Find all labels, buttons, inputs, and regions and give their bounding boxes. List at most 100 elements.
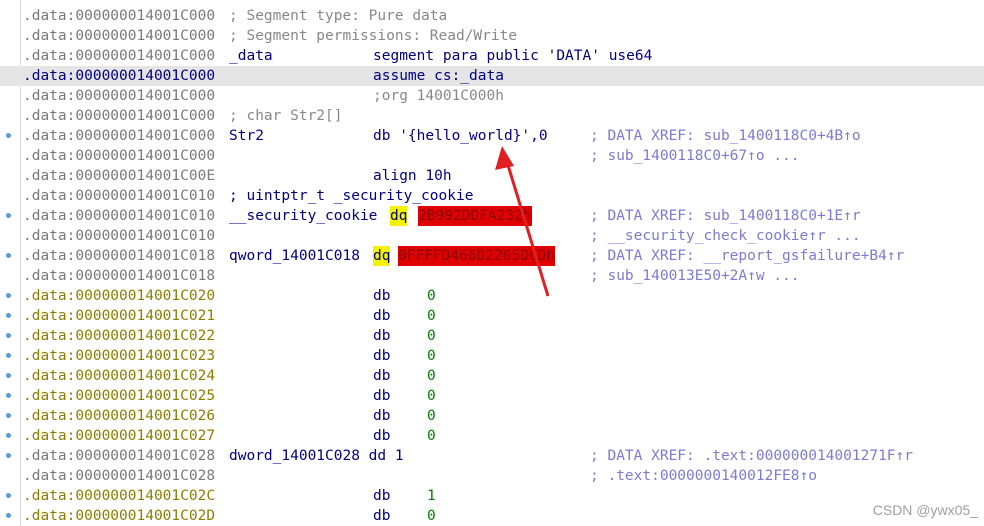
- line-address[interactable]: .data:000000014001C026: [23, 406, 215, 426]
- disasm-line[interactable]: .data:000000014001C000 ; Segment type: Pu…: [0, 6, 984, 26]
- data-value[interactable]: 2B992DDFA232h: [418, 206, 532, 226]
- line-address[interactable]: .data:000000014001C022: [23, 326, 215, 346]
- instruction[interactable]: db: [373, 326, 390, 346]
- disasm-line[interactable]: .data:000000014001C025 db 0: [0, 386, 984, 406]
- line-address[interactable]: .data:000000014001C00E: [23, 166, 215, 186]
- data-directive[interactable]: dq: [390, 206, 408, 226]
- byte-value[interactable]: 1: [427, 486, 436, 506]
- disasm-line[interactable]: .data:000000014001C023 db 0: [0, 346, 984, 366]
- breakpoint-dot-icon[interactable]: [6, 493, 11, 498]
- instruction[interactable]: segment para public 'DATA' use64: [373, 46, 652, 66]
- breakpoint-dot-icon[interactable]: [6, 413, 11, 418]
- instruction[interactable]: ;org 14001C000h: [373, 86, 504, 106]
- disassembly-view[interactable]: .data:000000014001C000 ; Segment type: Pu…: [0, 0, 984, 526]
- line-address[interactable]: .data:000000014001C028: [23, 466, 215, 486]
- disasm-line[interactable]: .data:000000014001C00E align 10h: [0, 166, 984, 186]
- symbol-name[interactable]: ; uintptr_t _security_cookie: [229, 186, 473, 206]
- breakpoint-dot-icon[interactable]: [6, 433, 11, 438]
- instruction[interactable]: db '{hello_world}',0: [373, 126, 548, 146]
- breakpoint-dot-icon[interactable]: [6, 373, 11, 378]
- line-address[interactable]: .data:000000014001C000: [23, 6, 215, 26]
- disasm-line[interactable]: .data:000000014001C000 _data segment para …: [0, 46, 984, 66]
- line-address[interactable]: .data:000000014001C018: [23, 266, 215, 286]
- breakpoint-dot-icon[interactable]: [6, 133, 11, 138]
- disasm-line[interactable]: .data:000000014001C028 dword_14001C028 dd…: [0, 446, 984, 466]
- breakpoint-dot-icon[interactable]: [6, 213, 11, 218]
- disasm-line[interactable]: .data:000000014001C022 db 0: [0, 326, 984, 346]
- byte-value[interactable]: 0: [427, 426, 436, 446]
- instruction[interactable]: db: [373, 346, 390, 366]
- disasm-line[interactable]: .data:000000014001C021 db 0: [0, 306, 984, 326]
- byte-value[interactable]: 0: [427, 326, 436, 346]
- line-address[interactable]: .data:000000014001C021: [23, 306, 215, 326]
- disasm-line[interactable]: .data:000000014001C024 db 0: [0, 366, 984, 386]
- disasm-line[interactable]: .data:000000014001C018 qword_14001C018 dq 0…: [0, 246, 984, 266]
- disasm-line[interactable]: .data:000000014001C000 ; sub_1400118C0+67…: [0, 146, 984, 166]
- disasm-line[interactable]: .data:000000014001C010 __security_cookie d…: [0, 206, 984, 226]
- byte-value[interactable]: 0: [427, 346, 436, 366]
- instruction[interactable]: db: [373, 426, 390, 446]
- line-address[interactable]: .data:000000014001C000: [23, 86, 215, 106]
- byte-value[interactable]: 0: [427, 406, 436, 426]
- line-comment[interactable]: ; Segment type: Pure data: [229, 6, 447, 26]
- instruction[interactable]: db: [373, 406, 390, 426]
- breakpoint-dot-icon[interactable]: [6, 393, 11, 398]
- line-address[interactable]: .data:000000014001C023: [23, 346, 215, 366]
- line-address[interactable]: .data:000000014001C02D: [23, 506, 215, 526]
- instruction[interactable]: db: [373, 506, 390, 526]
- breakpoint-dot-icon[interactable]: [6, 313, 11, 318]
- byte-value[interactable]: 0: [427, 306, 436, 326]
- line-address[interactable]: .data:000000014001C010: [23, 206, 215, 226]
- instruction[interactable]: db: [373, 366, 390, 386]
- disasm-line[interactable]: .data:000000014001C026 db 0: [0, 406, 984, 426]
- instruction[interactable]: db: [373, 286, 390, 306]
- disasm-line[interactable]: .data:000000014001C000 ;org 14001C000h: [0, 86, 984, 106]
- line-address[interactable]: .data:000000014001C010: [23, 226, 215, 246]
- line-comment[interactable]: ; char Str2[]: [229, 106, 343, 126]
- disasm-line[interactable]: .data:000000014001C010 ; __security_check…: [0, 226, 984, 246]
- disasm-line[interactable]: .data:000000014001C010 ; uintptr_t _secur…: [0, 186, 984, 206]
- disasm-line[interactable]: .data:000000014001C000 assume cs:_data: [0, 66, 984, 86]
- byte-value[interactable]: 0: [427, 286, 436, 306]
- data-value[interactable]: 0FFFFD466D2205DCDh: [398, 246, 556, 266]
- disasm-line[interactable]: .data:000000014001C000 ; char Str2[]: [0, 106, 984, 126]
- xref-comment[interactable]: ; DATA XREF: sub_1400118C0+4B↑o: [590, 126, 861, 146]
- instruction[interactable]: db: [373, 386, 390, 406]
- disasm-line[interactable]: .data:000000014001C02D db 0: [0, 506, 984, 526]
- disasm-line[interactable]: .data:000000014001C028 ; .text:0000000140…: [0, 466, 984, 486]
- line-address[interactable]: .data:000000014001C000: [23, 146, 215, 166]
- breakpoint-dot-icon[interactable]: [6, 253, 11, 258]
- line-address[interactable]: .data:000000014001C018: [23, 246, 215, 266]
- line-address[interactable]: .data:000000014001C025: [23, 386, 215, 406]
- xref-comment[interactable]: ; sub_140013E50+2A↑w ...: [590, 266, 800, 286]
- disasm-line[interactable]: .data:000000014001C018 ; sub_140013E50+2A…: [0, 266, 984, 286]
- symbol-name[interactable]: _data: [229, 46, 273, 66]
- instruction[interactable]: db: [373, 306, 390, 326]
- symbol-name[interactable]: __security_cookie: [229, 206, 377, 226]
- line-address[interactable]: .data:000000014001C000: [23, 126, 215, 146]
- xref-comment[interactable]: ; DATA XREF: sub_1400118C0+1E↑r: [590, 206, 861, 226]
- byte-value[interactable]: 0: [427, 506, 436, 526]
- breakpoint-dot-icon[interactable]: [6, 453, 11, 458]
- symbol-name[interactable]: Str2: [229, 126, 264, 146]
- line-address[interactable]: .data:000000014001C028: [23, 446, 215, 466]
- line-address[interactable]: .data:000000014001C027: [23, 426, 215, 446]
- xref-comment[interactable]: ; DATA XREF: .text:000000014001271F↑r: [590, 446, 913, 466]
- xref-comment[interactable]: ; DATA XREF: __report_gsfailure+B4↑r: [590, 246, 904, 266]
- instruction[interactable]: db: [373, 486, 390, 506]
- xref-comment[interactable]: ; .text:0000000140012FE8↑o: [590, 466, 817, 486]
- line-address[interactable]: .data:000000014001C010: [23, 186, 215, 206]
- instruction[interactable]: align 10h: [373, 166, 452, 186]
- xref-comment[interactable]: ; __security_check_cookie↑r ...: [590, 226, 861, 246]
- byte-value[interactable]: 0: [427, 366, 436, 386]
- line-address[interactable]: .data:000000014001C000: [23, 106, 215, 126]
- disasm-line[interactable]: .data:000000014001C000 ; Segment permissi…: [0, 26, 984, 46]
- byte-value[interactable]: 0: [427, 386, 436, 406]
- breakpoint-dot-icon[interactable]: [6, 293, 11, 298]
- disasm-line[interactable]: .data:000000014001C02C db 1: [0, 486, 984, 506]
- line-address[interactable]: .data:000000014001C000: [23, 46, 215, 66]
- symbol-name[interactable]: qword_14001C018: [229, 246, 360, 266]
- disasm-line[interactable]: .data:000000014001C020 db 0: [0, 286, 984, 306]
- line-address[interactable]: .data:000000014001C000: [23, 66, 215, 86]
- disasm-line[interactable]: .data:000000014001C027 db 0: [0, 426, 984, 446]
